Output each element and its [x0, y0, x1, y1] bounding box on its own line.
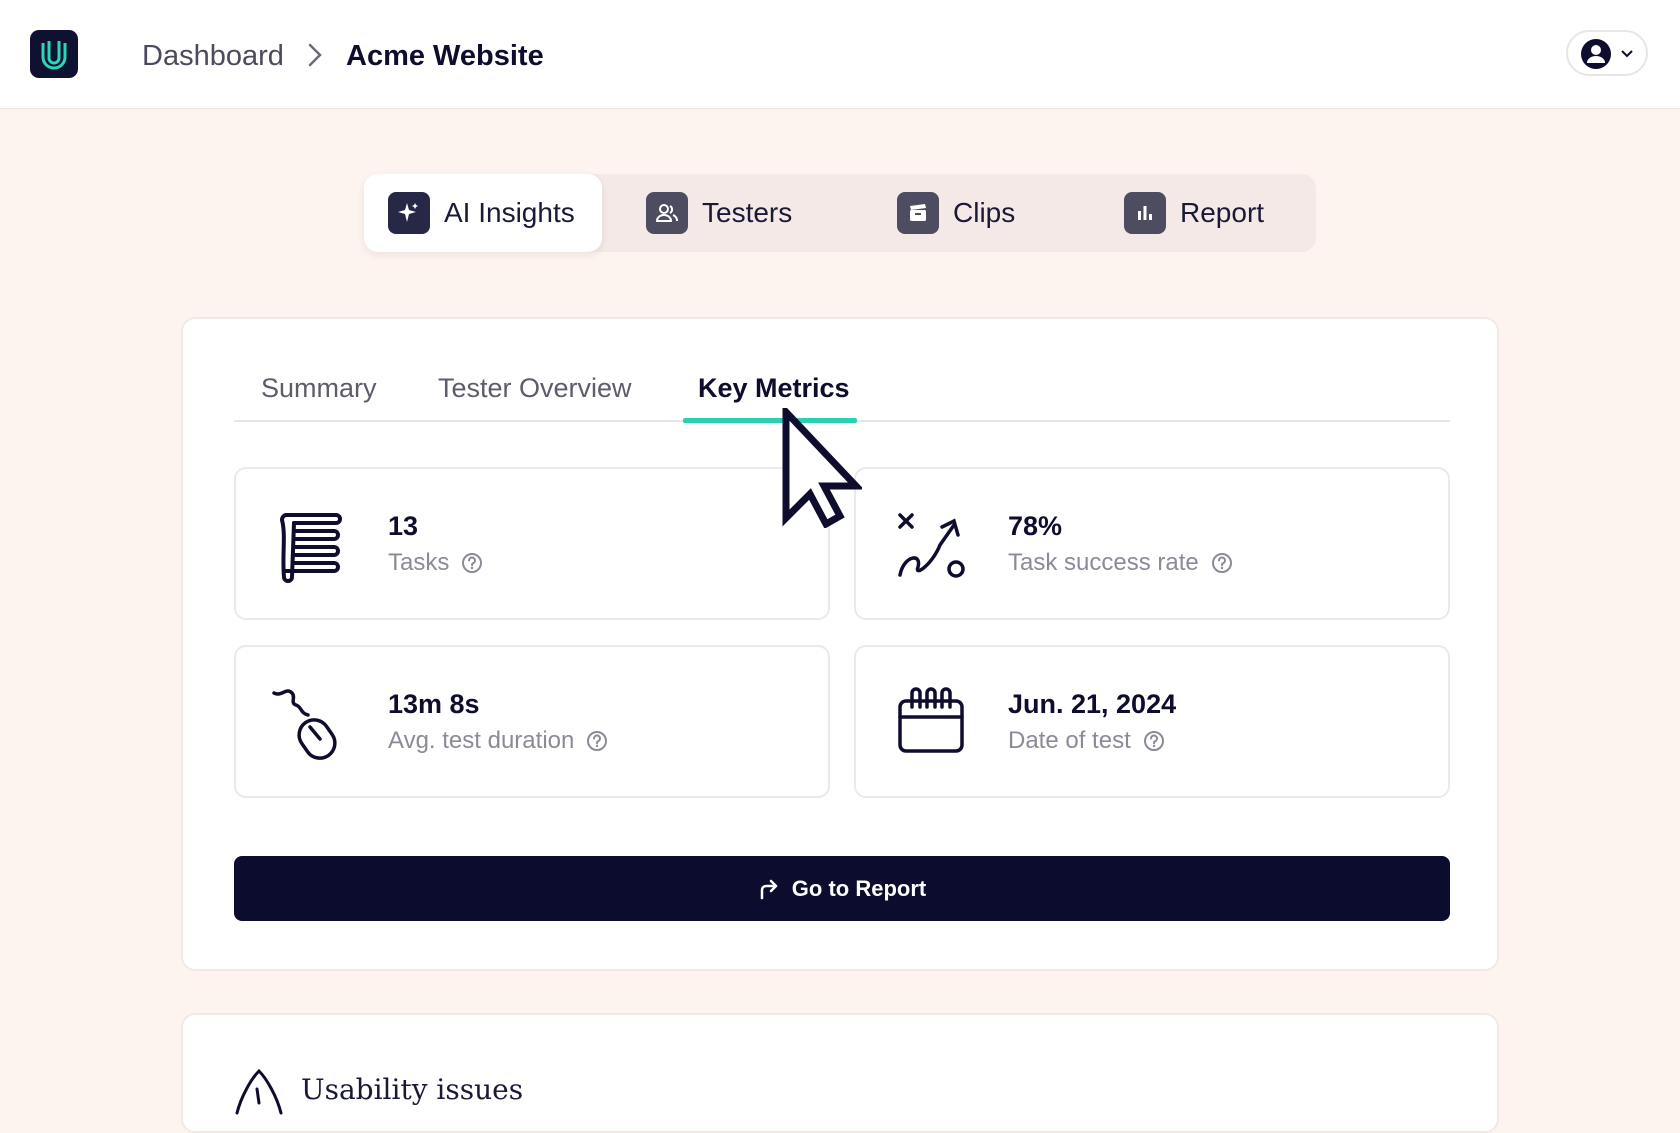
help-circle-icon[interactable]: [461, 552, 483, 574]
breadcrumb-current-page: Acme Website: [346, 40, 544, 72]
user-avatar-icon: [1581, 39, 1611, 69]
tab-tester-overview[interactable]: Tester Overview: [438, 371, 632, 405]
segment-ai-insights[interactable]: AI Insights: [364, 174, 602, 252]
go-to-report-button[interactable]: Go to Report: [234, 856, 1450, 921]
help-circle-icon[interactable]: [586, 730, 608, 752]
top-bar: Dashboard Acme Website: [0, 0, 1680, 109]
segment-clips[interactable]: Clips: [897, 174, 1087, 252]
metric-value: 13: [388, 511, 419, 541]
chevron-down-icon: [1621, 50, 1633, 58]
metric-card-date: Jun. 21, 2024 Date of test: [854, 645, 1450, 798]
tab-summary[interactable]: Summary: [261, 371, 377, 405]
usability-issues-title: Usability issues: [301, 1073, 524, 1106]
metric-label-text: Avg. test duration: [388, 727, 575, 754]
mouse-pointer-icon: [782, 408, 862, 528]
calendar-icon: [898, 687, 964, 753]
metric-label: Avg. test duration: [388, 727, 608, 755]
metric-label-text: Task success rate: [1008, 549, 1199, 576]
help-circle-icon[interactable]: [1211, 552, 1233, 574]
metric-label-text: Date of test: [1008, 727, 1131, 754]
sparkle-icon: [388, 192, 430, 234]
metric-card-success-rate: 78% Task success rate: [854, 467, 1450, 620]
go-to-report-label: Go to Report: [791, 875, 927, 901]
metric-label: Date of test: [1008, 727, 1165, 755]
metric-value: 13m 8s: [388, 689, 480, 719]
help-circle-icon[interactable]: [1143, 730, 1165, 752]
segment-label: Testers: [702, 197, 793, 228]
segment-label: Clips: [953, 197, 1016, 228]
segment-testers[interactable]: Testers: [646, 174, 866, 252]
usability-issues-card: Usability issues: [181, 1013, 1499, 1133]
metric-card-tasks: 13 Tasks: [234, 467, 830, 620]
share-arrow-icon: [760, 879, 778, 899]
users-icon: [646, 192, 688, 234]
metric-card-duration: 13m 8s Avg. test duration: [234, 645, 830, 798]
mouse-icon: [272, 689, 337, 760]
checklist-scroll-icon: [280, 513, 342, 583]
segment-report[interactable]: Report: [1124, 174, 1314, 252]
success-path-icon: [898, 513, 965, 578]
breadcrumb-separator-chevron-icon: [306, 41, 324, 78]
logo-mark-icon: [41, 41, 67, 70]
account-menu-button[interactable]: [1566, 30, 1648, 76]
metric-value: 78%: [1008, 511, 1063, 541]
section-switcher: AI Insights Testers Clips Report: [364, 174, 1316, 252]
segment-label: Report: [1180, 197, 1265, 228]
bar-chart-icon: [1124, 192, 1166, 234]
clapperboard-icon: [897, 192, 939, 234]
tab-key-metrics[interactable]: Key Metrics: [698, 371, 850, 405]
app-logo[interactable]: [30, 30, 78, 78]
warning-icon: [235, 1068, 283, 1115]
segment-label: AI Insights: [444, 197, 575, 228]
metric-label: Task success rate: [1008, 549, 1233, 577]
metric-value: Jun. 21, 2024: [1008, 689, 1177, 719]
metric-label: Tasks: [388, 549, 483, 577]
metric-label-text: Tasks: [388, 549, 450, 576]
breadcrumb-dashboard[interactable]: Dashboard: [142, 38, 284, 74]
